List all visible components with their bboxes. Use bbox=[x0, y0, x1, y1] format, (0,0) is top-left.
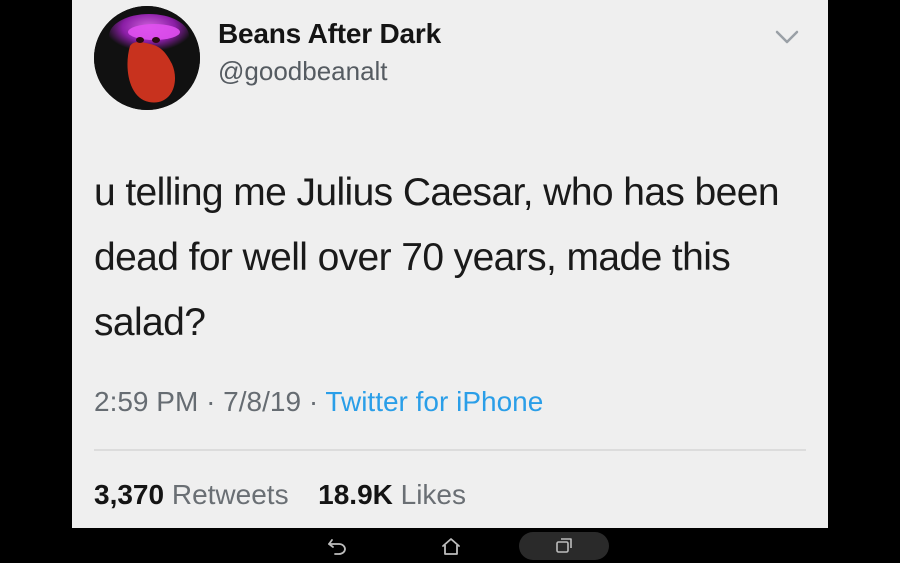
back-icon[interactable] bbox=[322, 532, 352, 560]
user-handle[interactable]: @goodbeanalt bbox=[218, 56, 388, 87]
likes-count: 18.9K bbox=[318, 479, 393, 510]
screen: Beans After Dark @goodbeanalt u telling … bbox=[0, 0, 900, 563]
retweets-label: Retweets bbox=[171, 479, 289, 510]
tweet-meta: 2:59 PM · 7/8/19 · Twitter for iPhone bbox=[94, 386, 543, 418]
bean-avatar-icon bbox=[94, 6, 200, 110]
meta-separator: · bbox=[206, 386, 216, 417]
tweet-time: 2:59 PM bbox=[94, 386, 199, 417]
system-nav-bar bbox=[0, 528, 900, 563]
recents-icon bbox=[556, 538, 572, 553]
tweet-stats: 3,370 Retweets 18.9K Likes bbox=[94, 479, 466, 511]
divider bbox=[94, 449, 806, 451]
recents-button[interactable] bbox=[519, 532, 609, 560]
likes-label: Likes bbox=[400, 479, 467, 510]
meta-separator: · bbox=[308, 386, 319, 417]
home-icon[interactable] bbox=[436, 532, 466, 560]
avatar[interactable] bbox=[94, 6, 200, 110]
display-name[interactable]: Beans After Dark bbox=[218, 18, 441, 50]
retweets-stat[interactable]: 3,370 Retweets bbox=[94, 479, 296, 510]
likes-stat[interactable]: 18.9K Likes bbox=[318, 479, 466, 510]
tweet-source-link[interactable]: Twitter for iPhone bbox=[325, 386, 543, 417]
retweets-count: 3,370 bbox=[94, 479, 165, 510]
tweet-date: 7/8/19 bbox=[223, 386, 302, 417]
tweet-text: u telling me Julius Caesar, who has been… bbox=[94, 171, 780, 344]
chevron-down-icon[interactable] bbox=[772, 26, 802, 48]
tweet-card: Beans After Dark @goodbeanalt u telling … bbox=[72, 0, 828, 528]
